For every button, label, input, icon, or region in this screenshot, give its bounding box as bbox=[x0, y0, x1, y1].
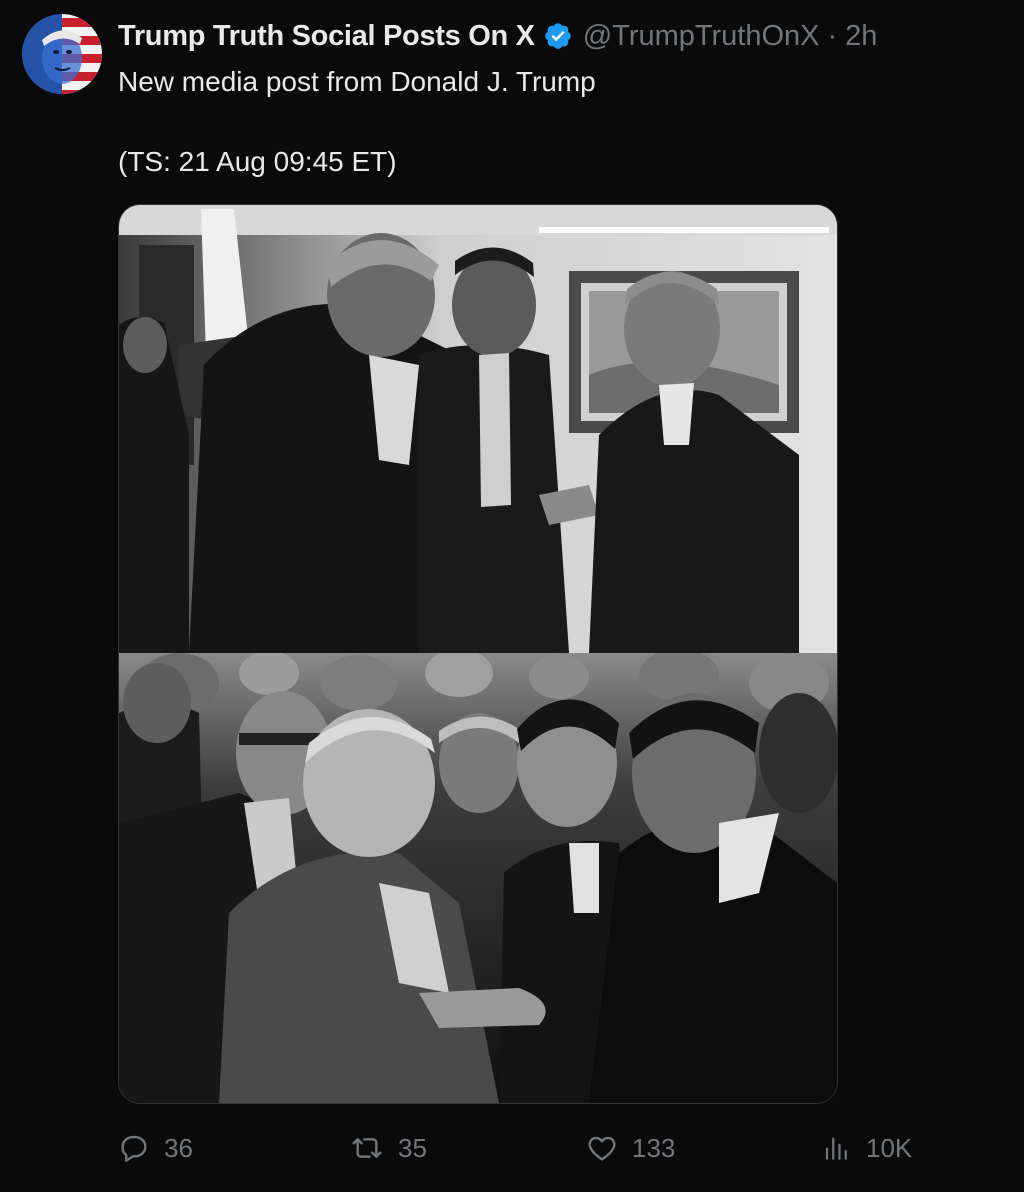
separator-dot: · bbox=[827, 19, 838, 52]
like-count: 133 bbox=[632, 1132, 676, 1163]
handle[interactable]: @TrumpTruthOnX bbox=[583, 20, 820, 53]
views-icon bbox=[825, 1137, 847, 1160]
verified-badge-icon bbox=[543, 21, 573, 51]
like-button[interactable]: 133 bbox=[586, 1126, 675, 1170]
reply-icon bbox=[121, 1135, 147, 1162]
timestamp[interactable]: 2h bbox=[845, 20, 877, 53]
reply-count: 36 bbox=[164, 1132, 193, 1163]
views-button[interactable]: 10K bbox=[822, 1126, 912, 1170]
retweet-count: 35 bbox=[398, 1132, 427, 1163]
retweet-icon bbox=[352, 1138, 382, 1158]
photo-top[interactable] bbox=[119, 205, 837, 653]
tweet-text-line: New media post from Donald J. Trump bbox=[118, 66, 596, 97]
heart-icon bbox=[588, 1136, 616, 1161]
tweet-actions: 36 35 133 10K bbox=[118, 1126, 918, 1170]
tweet[interactable]: Trump Truth Social Posts On X @TrumpTrut… bbox=[0, 0, 1024, 1192]
views-count: 10K bbox=[866, 1132, 913, 1163]
avatar[interactable] bbox=[22, 14, 102, 94]
tweet-text: New media post from Donald J. Trump (TS:… bbox=[118, 62, 596, 182]
photo-bottom[interactable] bbox=[119, 653, 837, 1103]
retweet-button[interactable]: 35 bbox=[350, 1126, 427, 1170]
display-name[interactable]: Trump Truth Social Posts On X bbox=[118, 20, 535, 53]
media-grid[interactable] bbox=[118, 204, 838, 1104]
reply-button[interactable]: 36 bbox=[118, 1126, 193, 1170]
tweet-text-line: (TS: 21 Aug 09:45 ET) bbox=[118, 146, 397, 177]
tweet-header: Trump Truth Social Posts On X @TrumpTrut… bbox=[118, 16, 877, 56]
